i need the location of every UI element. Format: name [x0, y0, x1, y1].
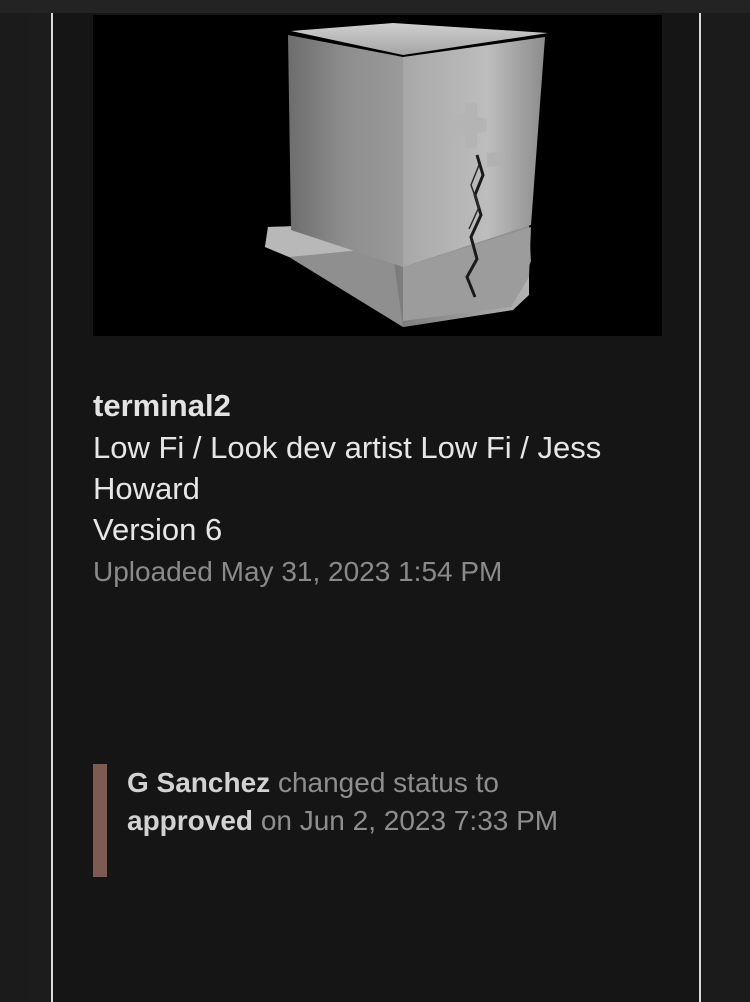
version-details: terminal2 Low Fi / Look dev artist Low F…	[93, 385, 653, 593]
right-gutter	[700, 13, 750, 1002]
activity-user[interactable]: G Sanchez	[127, 767, 270, 798]
version-thumbnail[interactable]	[93, 15, 662, 336]
activity-status: approved	[127, 805, 254, 836]
version-card: terminal2 Low Fi / Look dev artist Low F…	[51, 13, 701, 1002]
upload-timestamp: Uploaded May 31, 2023 1:54 PM	[93, 556, 503, 587]
activity-time: on Jun 2, 2023 7:33 PM	[260, 805, 559, 836]
status-accent-bar	[93, 764, 107, 877]
asset-title[interactable]: terminal2	[93, 385, 653, 427]
activity-action: changed status to	[277, 767, 499, 798]
version-label: Version 6	[93, 512, 223, 547]
top-strip	[0, 0, 750, 13]
render-image	[265, 23, 548, 327]
asset-path: Low Fi / Look dev artist Low Fi / Jess H…	[93, 427, 653, 509]
asset-path-line2: Howard	[93, 471, 200, 506]
left-gutter	[0, 13, 30, 1002]
status-activity: G Sanchez changed status to approved on …	[93, 764, 653, 877]
activity-text: G Sanchez changed status to approved on …	[127, 764, 647, 840]
asset-path-line1: Low Fi / Look dev artist Low Fi / Jess	[93, 430, 602, 465]
